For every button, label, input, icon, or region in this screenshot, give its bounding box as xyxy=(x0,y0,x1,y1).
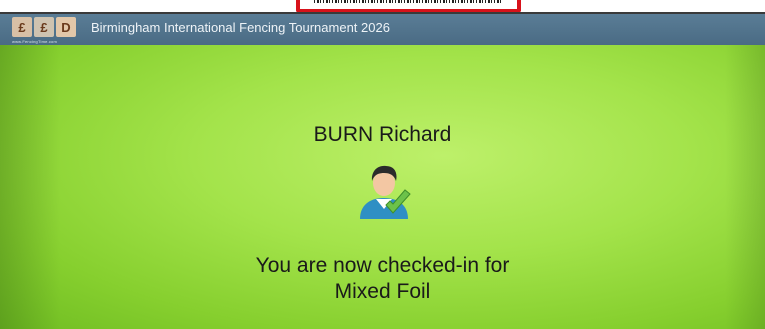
logo-caption: www.FencingTime.com xyxy=(12,39,57,44)
checkin-message: You are now checked-in for Mixed Foil xyxy=(0,253,765,305)
fencer-name: BURN Richard xyxy=(313,123,452,146)
checkin-content: BURN Richard You are now checked-in for … xyxy=(0,45,765,329)
fencingtime-logo: £ £ D xyxy=(12,17,76,39)
user-checked-icon xyxy=(360,165,411,219)
event-name: Mixed Foil xyxy=(334,280,431,303)
barcode-icon xyxy=(314,0,503,3)
header-bar: £ £ D www.FencingTime.com Birmingham Int… xyxy=(0,14,765,45)
tournament-title: Birmingham International Fencing Tournam… xyxy=(91,20,390,35)
logo-glyph: D xyxy=(56,17,76,37)
logo-glyph: £ xyxy=(34,17,54,37)
checkin-message-line: You are now checked-in for xyxy=(255,254,510,277)
logo-glyph: £ xyxy=(12,17,32,37)
checkin-screen: £ £ D www.FencingTime.com Birmingham Int… xyxy=(0,14,765,329)
